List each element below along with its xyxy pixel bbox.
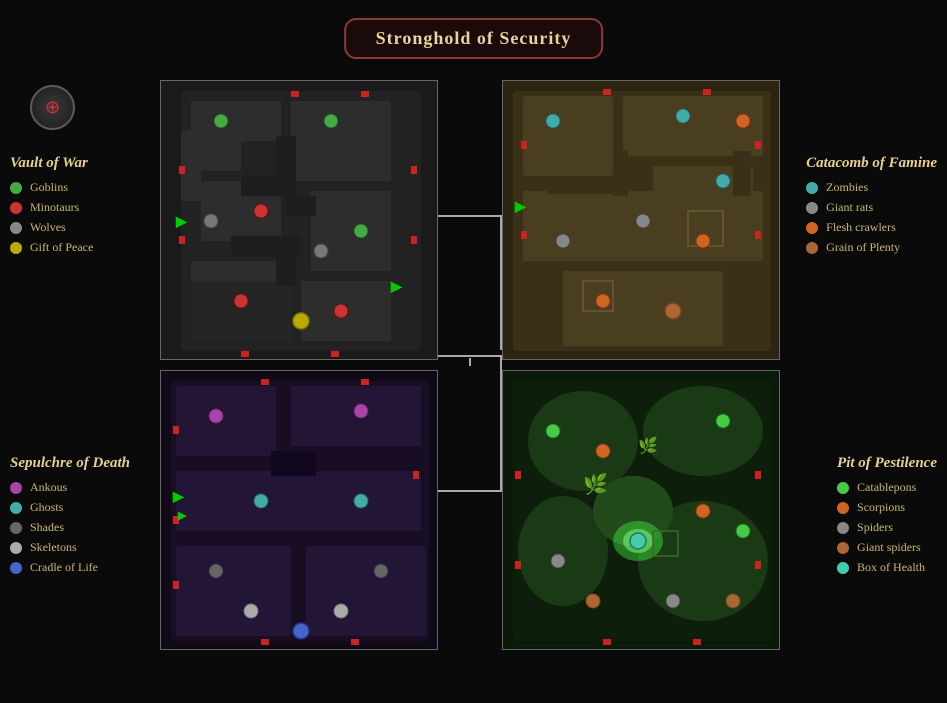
sepulchre-title: Sepulchre of Death [10, 455, 130, 472]
wolves-label: Wolves [30, 220, 66, 235]
svg-text:▶: ▶ [514, 200, 527, 215]
page-title: Stronghold of Security [376, 28, 572, 48]
svg-text:🌿: 🌿 [583, 472, 608, 496]
ankou-label: Ankous [30, 480, 67, 495]
catacomb-legend: Catacomb of Famine Zombies Giant rats Fl… [806, 155, 937, 260]
pit-legend: Pit of Pestilence Catablepons Scorpions … [837, 455, 937, 580]
legend-grain: Grain of Plenty [806, 240, 937, 255]
cradle-label: Cradle of Life [30, 560, 98, 575]
svg-text:▶: ▶ [172, 490, 185, 505]
spider-dot [837, 522, 849, 534]
catacomb-of-famine-map: ▶ [502, 80, 780, 360]
sepulchre-legend: Sepulchre of Death Ankous Ghosts Shades … [10, 455, 130, 580]
title-bar: Stronghold of Security [344, 18, 604, 59]
cradle-dot [10, 562, 22, 574]
svg-text:🌿: 🌿 [638, 436, 658, 455]
minotaur-label: Minotaurs [30, 200, 79, 215]
legend-skeletons: Skeletons [10, 540, 130, 555]
pit-of-pestilence-svg: 🌿 🌿 [503, 371, 780, 650]
skeleton-dot [10, 542, 22, 554]
shade-label: Shades [30, 520, 64, 535]
ankou-dot [10, 482, 22, 494]
ghost-label: Ghosts [30, 500, 63, 515]
legend-catablepons: Catablepons [837, 480, 937, 495]
catablepon-label: Catablepons [857, 480, 916, 495]
svg-text:▶: ▶ [177, 510, 187, 522]
scorpion-dot [837, 502, 849, 514]
pit-title: Pit of Pestilence [837, 455, 937, 472]
legend-zombies: Zombies [806, 180, 937, 195]
skeleton-label: Skeletons [30, 540, 77, 555]
sepulchre-of-death-svg: ▶ ▶ ▶ ▶ [161, 371, 438, 650]
svg-text:▶: ▶ [175, 215, 188, 230]
giant-spider-dot [837, 542, 849, 554]
legend-cradle: Cradle of Life [10, 560, 130, 575]
giant-rat-dot [806, 202, 818, 214]
shade-dot [10, 522, 22, 534]
legend-ghosts: Ghosts [10, 500, 130, 515]
zombie-dot [806, 182, 818, 194]
legend-giant-rats: Giant rats [806, 200, 937, 215]
giant-spider-label: Giant spiders [857, 540, 921, 555]
legend-minotaurs: Minotaurs [10, 200, 93, 215]
goblin-dot [10, 182, 22, 194]
pit-of-pestilence-map: 🌿 🌿 [502, 370, 780, 650]
legend-gift: Gift of Peace [10, 240, 93, 255]
map-container: ▶ ▶ [160, 80, 780, 650]
giant-rat-label: Giant rats [826, 200, 873, 215]
compass [30, 85, 75, 130]
vault-of-war-legend: Vault of War Goblins Minotaurs Wolves Gi… [10, 155, 93, 260]
legend-goblins: Goblins [10, 180, 93, 195]
legend-shades: Shades [10, 520, 130, 535]
scorpion-label: Scorpions [857, 500, 905, 515]
zombie-label: Zombies [826, 180, 868, 195]
ghost-dot [10, 502, 22, 514]
vault-of-war-map: ▶ ▶ [160, 80, 438, 360]
legend-wolves: Wolves [10, 220, 93, 235]
gift-label: Gift of Peace [30, 240, 93, 255]
legend-giant-spiders: Giant spiders [837, 540, 937, 555]
legend-flesh-crawlers: Flesh crawlers [806, 220, 937, 235]
flesh-crawler-label: Flesh crawlers [826, 220, 896, 235]
box-health-label: Box of Health [857, 560, 925, 575]
flesh-crawler-dot [806, 222, 818, 234]
gift-dot [10, 242, 22, 254]
vault-of-war-title: Vault of War [10, 155, 93, 172]
spider-label: Spiders [857, 520, 893, 535]
legend-spiders: Spiders [837, 520, 937, 535]
wolves-dot [10, 222, 22, 234]
legend-box-health: Box of Health [837, 560, 937, 575]
catablepon-dot [837, 482, 849, 494]
grain-label: Grain of Plenty [826, 240, 900, 255]
svg-text:▶: ▶ [390, 280, 403, 295]
box-health-dot [837, 562, 849, 574]
catacomb-title: Catacomb of Famine [806, 155, 937, 172]
legend-scorpions: Scorpions [837, 500, 937, 515]
catacomb-of-famine-svg: ▶ [503, 81, 780, 360]
goblin-label: Goblins [30, 180, 68, 195]
minotaur-dot [10, 202, 22, 214]
sepulchre-of-death-map: ▶ ▶ ▶ ▶ [160, 370, 438, 650]
legend-ankous: Ankous [10, 480, 130, 495]
grain-dot [806, 242, 818, 254]
vault-of-war-svg: ▶ ▶ [161, 81, 438, 360]
